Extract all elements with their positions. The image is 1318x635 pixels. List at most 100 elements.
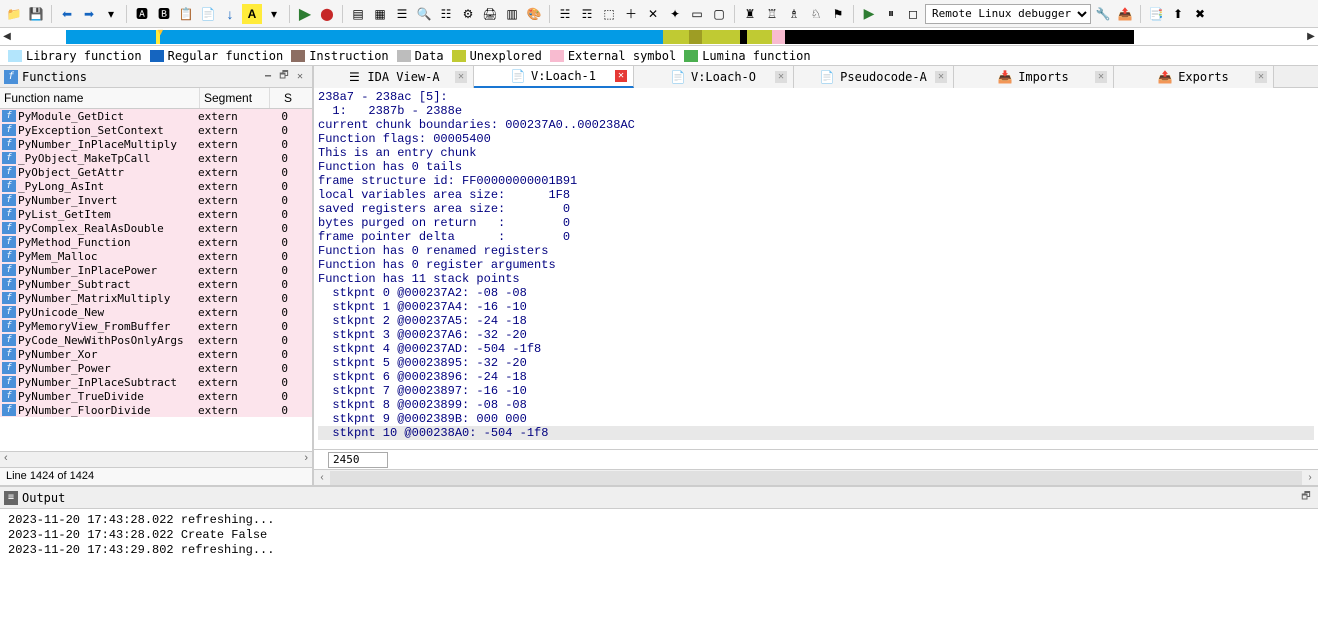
function-row[interactable]: fPyNumber_InPlaceSubtractextern0	[0, 375, 312, 389]
tab-exports[interactable]: 📤Exports✕	[1114, 66, 1274, 88]
back-icon[interactable]: ⬅	[57, 4, 77, 24]
star-icon[interactable]: ✦	[665, 4, 685, 24]
tool-icon[interactable]: 📋	[176, 4, 196, 24]
nav-strip[interactable]: ▼	[14, 30, 1304, 44]
function-row[interactable]: fPyNumber_Invertextern0	[0, 193, 312, 207]
output-body[interactable]: 2023-11-20 17:43:28.022 refreshing... 20…	[0, 509, 1318, 635]
tab-v-loach-o[interactable]: 📄V:Loach-O✕	[634, 66, 794, 88]
close-icon[interactable]: ✕	[292, 70, 308, 84]
functions-table-body[interactable]: fPyModule_GetDictextern0fPyException_Set…	[0, 109, 312, 451]
address-input[interactable]	[328, 452, 388, 468]
palette-icon[interactable]: 🎨	[524, 4, 544, 24]
plus-icon[interactable]: ＋	[621, 4, 641, 24]
col-function-name[interactable]: Function name	[0, 88, 200, 108]
dropdown-arrow-icon[interactable]: ▾	[101, 4, 121, 24]
forward-icon[interactable]: ➡	[79, 4, 99, 24]
highlight-a-icon[interactable]: A	[242, 4, 262, 24]
function-row[interactable]: fPyNumber_Xorextern0	[0, 347, 312, 361]
function-row[interactable]: fPyMem_Mallocextern0	[0, 249, 312, 263]
tool-icon[interactable]: 📄	[198, 4, 218, 24]
tool-icon[interactable]: ⬚	[599, 4, 619, 24]
function-row[interactable]: fPyMemoryView_FromBufferextern0	[0, 319, 312, 333]
tool-icon[interactable]: 📑	[1146, 4, 1166, 24]
tool-icon[interactable]: ♘	[806, 4, 826, 24]
function-row[interactable]: fPyNumber_InPlacePowerextern0	[0, 263, 312, 277]
debug-stop-icon[interactable]: ◻	[903, 4, 923, 24]
tab-v-loach-1[interactable]: 📄V:Loach-1✕	[474, 66, 634, 88]
col-segment[interactable]: Segment	[200, 88, 270, 108]
function-row[interactable]: fPyUnicode_Newextern0	[0, 305, 312, 319]
dropdown-arrow-icon[interactable]: ▾	[264, 4, 284, 24]
function-row[interactable]: fPyCode_NewWithPosOnlyArgsextern0	[0, 333, 312, 347]
tab-ida-view-a[interactable]: ☰IDA View-A✕	[314, 66, 474, 88]
tool-icon[interactable]: ▢	[709, 4, 729, 24]
zoom-icon[interactable]: 🔍	[414, 4, 434, 24]
save-icon[interactable]: 💾	[26, 4, 46, 24]
tool-icon[interactable]: ⚑	[828, 4, 848, 24]
scroll-left-icon[interactable]: ‹	[314, 472, 330, 483]
function-s: 0	[268, 180, 294, 193]
restore-icon[interactable]: 🗗	[276, 70, 292, 84]
col-s[interactable]: S	[270, 88, 296, 108]
function-row[interactable]: fPyComplex_RealAsDoubleextern0	[0, 221, 312, 235]
tool-icon[interactable]: ▦	[370, 4, 390, 24]
function-row[interactable]: fPyNumber_Powerextern0	[0, 361, 312, 375]
tool-icon[interactable]: 📤	[1115, 4, 1135, 24]
tool-icon[interactable]: ✖	[1190, 4, 1210, 24]
function-row[interactable]: fPyMethod_Functionextern0	[0, 235, 312, 249]
function-row[interactable]: fPyList_GetItemextern0	[0, 207, 312, 221]
tool-icon[interactable]: ♗	[784, 4, 804, 24]
cross-icon[interactable]: ✕	[643, 4, 663, 24]
run-icon[interactable]: ▶	[295, 4, 315, 24]
tool-icon[interactable]: ▤	[348, 4, 368, 24]
tool-icon[interactable]: ☶	[577, 4, 597, 24]
tab-close-icon[interactable]: ✕	[455, 71, 467, 83]
restore-icon[interactable]: 🗗	[1298, 491, 1314, 505]
tool-icon[interactable]: ▥	[502, 4, 522, 24]
nav-left-icon[interactable]: ◀	[0, 29, 14, 45]
print-icon[interactable]: 🖨	[480, 4, 500, 24]
tool-icon[interactable]: 🔧	[1093, 4, 1113, 24]
function-row[interactable]: fPyNumber_MatrixMultiplyextern0	[0, 291, 312, 305]
tool-icon[interactable]: ♜	[740, 4, 760, 24]
open-icon[interactable]: 📁	[4, 4, 24, 24]
tab-close-icon[interactable]: ✕	[1255, 71, 1267, 83]
tool-icon[interactable]: ♖	[762, 4, 782, 24]
functions-hscrollbar[interactable]	[0, 451, 312, 467]
tab-imports[interactable]: 📥Imports✕	[954, 66, 1114, 88]
function-row[interactable]: fPyNumber_Subtractextern0	[0, 277, 312, 291]
code-line-highlighted[interactable]: stkpnt 10 @000238A0: -504 -1f8	[318, 426, 1314, 440]
minimize-icon[interactable]: 🗕	[260, 70, 276, 84]
tab-close-icon[interactable]: ✕	[615, 70, 627, 82]
function-row[interactable]: f_PyLong_AsIntextern0	[0, 179, 312, 193]
tool-icon[interactable]: ☵	[555, 4, 575, 24]
scroll-right-icon[interactable]: ›	[1302, 472, 1318, 483]
view-hscrollbar[interactable]: ‹ ›	[314, 469, 1318, 485]
tool-icon[interactable]: ☰	[392, 4, 412, 24]
function-row[interactable]: fPyNumber_InPlaceMultiplyextern0	[0, 137, 312, 151]
function-row[interactable]: f_PyObject_MakeTpCallextern0	[0, 151, 312, 165]
tab-close-icon[interactable]: ✕	[775, 71, 787, 83]
down-arrow-icon[interactable]: ↓	[220, 4, 240, 24]
tool-icon[interactable]: 🅰	[132, 4, 152, 24]
record-icon[interactable]: ⬤	[317, 4, 337, 24]
code-view[interactable]: 238a7 - 238ac [5]: 1: 2387b - 2388e curr…	[314, 88, 1318, 449]
debugger-select[interactable]: Remote Linux debugger	[925, 4, 1091, 24]
debug-run-icon[interactable]: ▶	[859, 4, 879, 24]
tab-close-icon[interactable]: ✕	[935, 71, 947, 83]
tool-icon[interactable]: ☷	[436, 4, 456, 24]
tab-close-icon[interactable]: ✕	[1095, 71, 1107, 83]
function-row[interactable]: fPyObject_GetAttrextern0	[0, 165, 312, 179]
scroll-track[interactable]	[330, 471, 1302, 485]
tool-icon[interactable]: ▭	[687, 4, 707, 24]
tool-icon[interactable]: ⚙	[458, 4, 478, 24]
function-row[interactable]: fPyModule_GetDictextern0	[0, 109, 312, 123]
function-row[interactable]: fPyNumber_FloorDivideextern0	[0, 403, 312, 417]
function-row[interactable]: fPyException_SetContextextern0	[0, 123, 312, 137]
debug-pause-icon[interactable]: ⏸	[881, 4, 901, 24]
nav-right-icon[interactable]: ▶	[1304, 29, 1318, 45]
tab-pseudocode-a[interactable]: 📄Pseudocode-A✕	[794, 66, 954, 88]
tool-icon[interactable]: ⬆	[1168, 4, 1188, 24]
function-row[interactable]: fPyNumber_TrueDivideextern0	[0, 389, 312, 403]
tool-icon[interactable]: 🅱	[154, 4, 174, 24]
